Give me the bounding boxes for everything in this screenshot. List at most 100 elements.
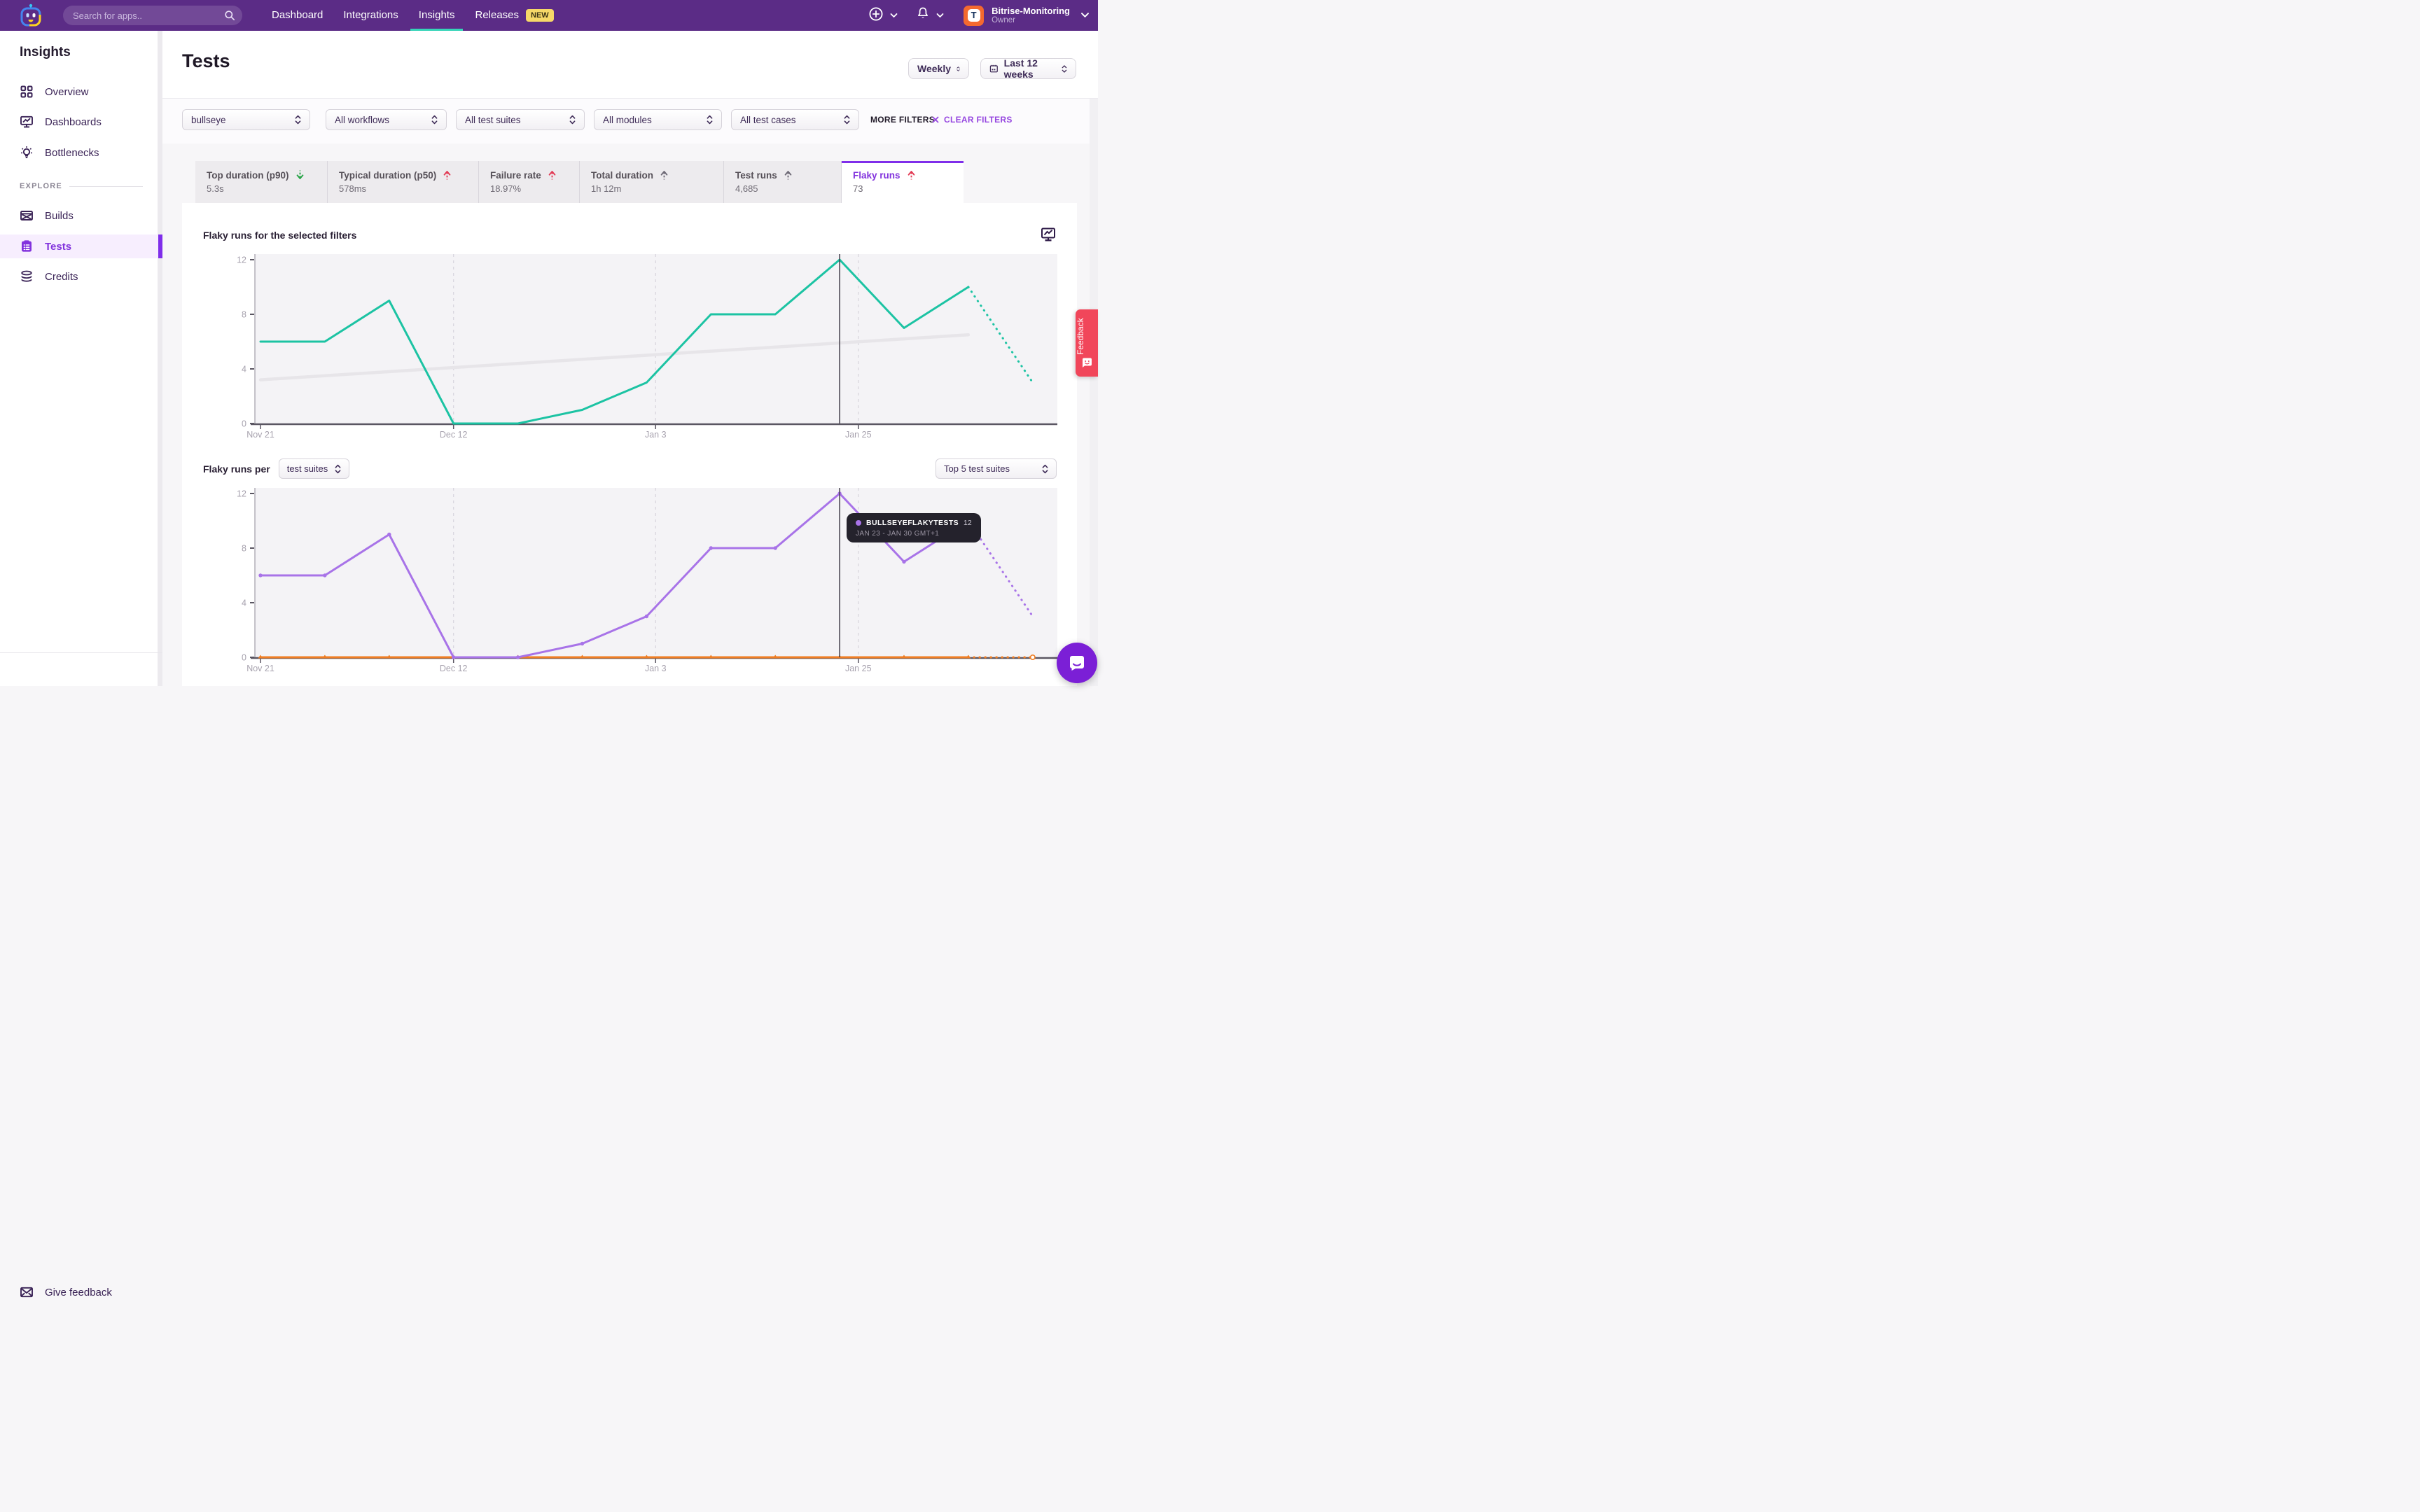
tab-failure-rate[interactable]: Failure rate 18.97%	[479, 161, 580, 203]
add-menu-chevron-icon[interactable]	[890, 9, 898, 22]
give-feedback-link[interactable]: Give feedback	[0, 1280, 162, 1304]
account-info[interactable]: Bitrise-Monitoring Owner	[992, 6, 1070, 25]
group-by-select[interactable]: test suites	[279, 458, 350, 479]
sidebar-item-builds[interactable]: Builds	[0, 204, 162, 227]
filter-bar: bullseye All workflows All test suites A…	[162, 99, 1098, 144]
tab-value: 5.3s	[207, 183, 327, 194]
sidebar-item-overview[interactable]: Overview	[0, 80, 162, 104]
add-icon[interactable]	[868, 6, 884, 25]
filter-app-select[interactable]: bullseye	[182, 109, 310, 130]
svg-text:0: 0	[242, 419, 246, 429]
svg-text:Nov 21: Nov 21	[246, 430, 274, 440]
top5-select[interactable]: Top 5 test suites	[936, 458, 1057, 479]
svg-text:12: 12	[237, 489, 246, 499]
sidebar-item-bottlenecks[interactable]: Bottlenecks	[0, 141, 162, 164]
clear-filters-button[interactable]: CLEAR FILTERS	[932, 115, 1013, 125]
svg-text:8: 8	[242, 544, 246, 554]
trend-up-icon	[908, 169, 915, 181]
chart-type-icon[interactable]	[1041, 227, 1056, 246]
svg-text:Jan 3: Jan 3	[645, 664, 667, 673]
nav-link-insights[interactable]: Insights	[419, 0, 455, 31]
sidebar-item-dashboards[interactable]: Dashboards	[0, 110, 162, 134]
tab-top-duration[interactable]: Top duration (p90) 5.3s	[195, 161, 328, 203]
granularity-value: Weekly	[917, 63, 951, 74]
chart2-title: Flaky runs per	[203, 463, 270, 475]
sidebar: Insights Overview Dashboards Bottlenecks…	[0, 31, 162, 686]
search-icon[interactable]	[224, 10, 235, 24]
filter-modules-select[interactable]: All modules	[594, 109, 722, 130]
tab-test-runs[interactable]: Test runs 4,685	[724, 161, 842, 203]
filter-value: bullseye	[191, 115, 226, 125]
svg-text:Nov 21: Nov 21	[246, 664, 274, 673]
bell-icon[interactable]	[916, 6, 930, 24]
nav-link-integrations[interactable]: Integrations	[343, 0, 398, 31]
sidebar-title: Insights	[20, 45, 71, 60]
workspace-avatar-letter: T	[968, 9, 980, 22]
sidebar-item-label: Dashboards	[45, 116, 102, 128]
filter-value: All modules	[603, 115, 652, 125]
tab-label: Typical duration (p50)	[339, 170, 436, 181]
app-search	[63, 6, 242, 25]
notifications-chevron-icon[interactable]	[936, 9, 944, 22]
tab-label: Total duration	[591, 170, 653, 181]
updown-chevron-icon	[1042, 464, 1048, 474]
workspace-name: Bitrise-Monitoring	[992, 6, 1070, 16]
tooltip-series-name: BULLSEYEFLAKYTESTS	[866, 519, 959, 527]
sidebar-item-label: Bottlenecks	[45, 147, 99, 159]
sidebar-item-label: Builds	[45, 210, 74, 222]
metric-tabs: Top duration (p90) 5.3s Typical duration…	[195, 161, 964, 203]
grid-icon	[20, 85, 34, 99]
tooltip-value: 12	[964, 519, 972, 527]
tab-label: Top duration (p90)	[207, 170, 289, 181]
svg-text:Jan 25: Jan 25	[845, 430, 872, 440]
sidebar-item-label: Overview	[45, 86, 89, 98]
tab-total-duration[interactable]: Total duration 1h 12m	[580, 161, 724, 203]
search-input[interactable]	[63, 6, 242, 25]
chart2-header: Flaky runs per test suites	[203, 458, 349, 479]
date-range-select[interactable]: Last 12 weeks	[980, 58, 1076, 79]
chat-launcher-button[interactable]	[1057, 643, 1097, 683]
tab-value: 4,685	[735, 183, 841, 194]
tab-value: 1h 12m	[591, 183, 723, 194]
tab-flaky-runs[interactable]: Flaky runs 73	[842, 161, 964, 203]
feedback-tab-label: Feedback	[1076, 315, 1098, 358]
sidebar-item-credits[interactable]: Credits	[0, 265, 162, 288]
give-feedback-label: Give feedback	[45, 1287, 112, 1298]
filter-workflows-select[interactable]: All workflows	[326, 109, 447, 130]
nav-link-dashboard[interactable]: Dashboard	[272, 0, 323, 31]
sidebar-section-explore: EXPLORE	[20, 182, 143, 190]
tooltip-date-range: JAN 23 - JAN 30 GMT+1	[856, 530, 972, 538]
updown-chevron-icon	[431, 115, 438, 125]
chat-smiley-icon	[1081, 357, 1093, 369]
flaky-runs-chart[interactable]: 04812Nov 21Dec 12Jan 3Jan 25	[232, 252, 1063, 448]
trend-up-icon	[784, 169, 792, 181]
feedback-tab[interactable]: Feedback	[1076, 309, 1098, 377]
date-range-value: Last 12 weeks	[1004, 57, 1056, 80]
filter-test-suites-select[interactable]: All test suites	[456, 109, 585, 130]
tab-typical-duration[interactable]: Typical duration (p50) 578ms	[328, 161, 479, 203]
granularity-select[interactable]: Weekly	[908, 58, 969, 79]
svg-text:12: 12	[237, 255, 246, 265]
updown-chevron-icon	[335, 464, 341, 474]
tab-value: 73	[853, 183, 964, 194]
updown-chevron-icon	[957, 64, 960, 74]
svg-text:Dec 12: Dec 12	[440, 430, 468, 440]
tab-label: Flaky runs	[853, 170, 900, 181]
trend-down-icon	[296, 169, 304, 181]
updown-chevron-icon	[707, 115, 713, 125]
more-filters-button[interactable]: MORE FILTERS	[870, 115, 935, 125]
sidebar-item-label: Tests	[45, 241, 71, 253]
workspace-avatar[interactable]: T	[964, 6, 984, 26]
tab-label: Failure rate	[490, 170, 541, 181]
svg-text:0: 0	[242, 653, 246, 663]
filter-test-cases-select[interactable]: All test cases	[731, 109, 859, 130]
bitrise-logo-icon[interactable]	[17, 4, 45, 27]
page-header: Tests Weekly Last 12 weeks	[162, 31, 1098, 99]
nav-link-releases[interactable]: Releases	[475, 0, 519, 31]
series-dot-icon	[856, 520, 861, 526]
chat-bubble-icon	[1067, 653, 1087, 673]
account-chevron-icon[interactable]	[1080, 9, 1090, 22]
trend-up-icon	[548, 169, 556, 181]
monitor-chart-icon	[20, 115, 34, 129]
sidebar-item-tests[interactable]: Tests	[0, 234, 162, 258]
